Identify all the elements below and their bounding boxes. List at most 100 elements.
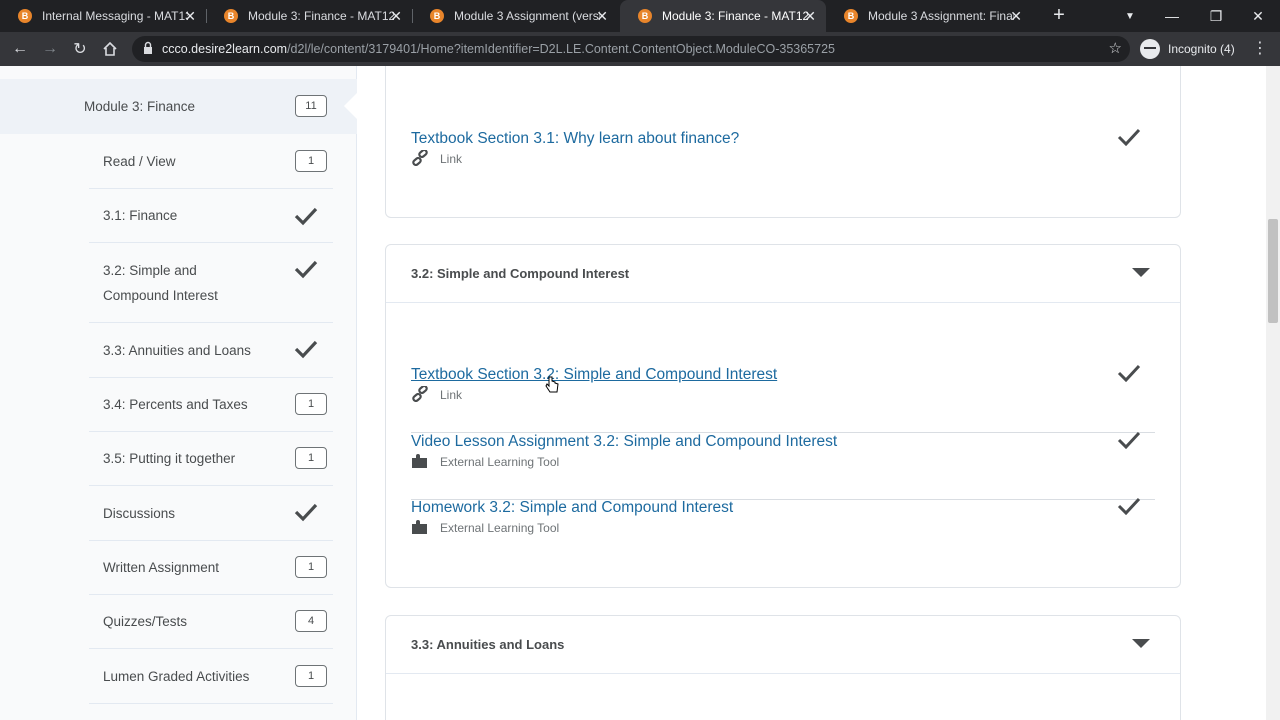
hand-cursor-icon xyxy=(545,376,559,393)
sidebar-item-label: 3.2: Simple and Compound Interest xyxy=(103,258,218,308)
sidebar-item-label: Discussions xyxy=(103,505,176,521)
browser-toolbar: ← → ↻ ccco.desire2learn.com/d2l/le/conte… xyxy=(0,32,1280,66)
close-tab-icon[interactable]: ✕ xyxy=(390,8,402,24)
topic-type: External Learning Tool xyxy=(440,521,560,535)
page-scrollbar[interactable] xyxy=(1266,66,1280,720)
module-count-badge: 11 xyxy=(295,95,327,117)
close-tab-icon[interactable]: ✕ xyxy=(804,8,816,24)
topic-item[interactable]: Homework 3.2: Simple and Compound Intere… xyxy=(411,497,1155,566)
incognito-label: Incognito (4) xyxy=(1168,42,1235,56)
completed-check-icon xyxy=(1117,128,1141,146)
bookmark-star-icon[interactable]: ☆ xyxy=(1109,39,1122,57)
browser-tab[interactable]: B Module 3 Assignment (versio ✕ xyxy=(412,0,618,32)
sidebar-item-read-view[interactable]: Read / View 1 xyxy=(89,134,333,189)
close-tab-icon[interactable]: ✕ xyxy=(184,8,196,24)
label-line-2: Compound Interest xyxy=(103,287,218,303)
home-icon[interactable] xyxy=(98,37,122,61)
puzzle-icon xyxy=(412,454,427,468)
tab-search-icon[interactable]: ▼ xyxy=(1108,0,1152,32)
completed-check-icon xyxy=(294,503,318,522)
browser-tab[interactable]: B Internal Messaging - MAT135 ✕ xyxy=(0,0,206,32)
sidebar-item-3-3-annuities[interactable]: 3.3: Annuities and Loans xyxy=(89,323,333,378)
sidebar-item-label: Read / View xyxy=(103,153,176,169)
collapse-caret-icon[interactable] xyxy=(1132,268,1150,277)
incognito-indicator[interactable]: Incognito (4) xyxy=(1140,37,1235,61)
close-tab-icon[interactable]: ✕ xyxy=(1010,8,1022,24)
d2l-favicon-icon: B xyxy=(844,9,858,23)
completed-check-icon xyxy=(1117,431,1141,449)
tab-title: Module 3: Finance - MAT120 xyxy=(248,9,394,23)
tab-title: Module 3: Finance - MAT120 xyxy=(662,9,808,23)
link-icon xyxy=(412,150,428,166)
address-bar[interactable]: ccco.desire2learn.com/d2l/le/content/317… xyxy=(132,36,1130,62)
sidebar-module-finance[interactable]: Module 3: Finance 11 xyxy=(0,79,358,134)
forward-arrow-icon[interactable]: → xyxy=(38,37,62,61)
close-window-icon[interactable]: ✕ xyxy=(1236,0,1280,32)
topic-type: Link xyxy=(440,388,463,402)
section-title: 3.2: Simple and Compound Interest xyxy=(411,266,630,281)
sidebar-item-label: 3.5: Putting it together xyxy=(103,451,236,466)
sidebar-item-label: Quizzes/Tests xyxy=(103,614,188,629)
sidebar-item-lumen-graded[interactable]: Lumen Graded Activities 1 xyxy=(89,649,333,704)
lock-icon xyxy=(144,41,152,54)
topic-item[interactable]: Video Lesson Assignment 3.2: Simple and … xyxy=(411,431,1155,500)
completed-check-icon xyxy=(294,207,318,226)
new-tab-icon[interactable]: + xyxy=(1048,4,1070,26)
count-badge: 1 xyxy=(295,393,327,415)
browser-tab[interactable]: B Module 3: Finance - MAT120 ✕ xyxy=(206,0,412,32)
sidebar-item-label: 3.4: Percents and Taxes xyxy=(103,397,248,412)
label-line-1: 3.2: Simple and xyxy=(103,262,197,278)
sidebar-item-3-2-interest[interactable]: 3.2: Simple and Compound Interest xyxy=(89,243,333,323)
url-path: /d2l/le/content/3179401/Home?itemIdentif… xyxy=(287,42,835,56)
topic-item[interactable]: Textbook Section 3.1: Why learn about fi… xyxy=(411,128,1155,197)
scrollbar-thumb[interactable] xyxy=(1268,219,1278,323)
browser-tab-active[interactable]: B Module 3: Finance - MAT120 ✕ xyxy=(620,0,826,32)
topic-item[interactable]: Textbook Section 3.2: Simple and Compoun… xyxy=(411,364,1155,433)
d2l-favicon-icon: B xyxy=(224,9,238,23)
sidebar-item-label: Lumen Graded Activities xyxy=(103,668,250,684)
sidebar-item-discussions[interactable]: Discussions xyxy=(89,486,333,541)
back-arrow-icon[interactable]: ← xyxy=(8,37,32,61)
collapse-caret-icon[interactable] xyxy=(1132,639,1150,648)
page-content: Module 3: Finance 11 Read / View 1 3.1: … xyxy=(0,66,1280,720)
count-badge: 1 xyxy=(295,150,327,172)
selection-pointer xyxy=(344,92,358,120)
count-badge: 1 xyxy=(295,665,327,687)
topic-link[interactable]: Video Lesson Assignment 3.2: Simple and … xyxy=(411,433,837,451)
topic-link[interactable]: Textbook Section 3.2: Simple and Compoun… xyxy=(411,366,777,384)
completed-check-icon xyxy=(1117,364,1141,382)
section-title: 3.3: Annuities and Loans xyxy=(411,637,565,652)
reload-icon[interactable]: ↻ xyxy=(68,37,92,61)
count-badge: 1 xyxy=(295,447,327,469)
close-tab-icon[interactable]: ✕ xyxy=(596,8,608,24)
sidebar-item-3-4-percents[interactable]: 3.4: Percents and Taxes 1 xyxy=(89,378,333,432)
d2l-favicon-icon: B xyxy=(430,9,444,23)
d2l-favicon-icon: B xyxy=(638,9,652,23)
browser-tab[interactable]: B Module 3 Assignment: Financ ✕ xyxy=(826,0,1032,32)
topic-link[interactable]: Homework 3.2: Simple and Compound Intere… xyxy=(411,499,733,517)
count-badge: 4 xyxy=(295,610,327,632)
completed-check-icon xyxy=(1117,497,1141,515)
section-panel-3-2: 3.2: Simple and Compound Interest Textbo… xyxy=(385,244,1181,588)
completed-check-icon xyxy=(294,340,318,359)
table-of-contents-sidebar: Module 3: Finance 11 Read / View 1 3.1: … xyxy=(0,66,358,720)
section-header-3-3[interactable]: 3.3: Annuities and Loans xyxy=(386,616,1180,674)
sidebar-item-quizzes-tests[interactable]: Quizzes/Tests 4 xyxy=(89,595,333,649)
sidebar-item-label: 3.3: Annuities and Loans xyxy=(103,342,251,358)
sidebar-item-3-1-finance[interactable]: 3.1: Finance xyxy=(89,189,333,243)
link-icon xyxy=(412,386,428,402)
topic-type: Link xyxy=(440,152,463,166)
tab-title: Module 3 Assignment (versio xyxy=(454,9,600,23)
puzzle-icon xyxy=(412,520,427,534)
sidebar-item-label: Written Assignment xyxy=(103,560,220,575)
topic-type: External Learning Tool xyxy=(440,455,560,469)
section-header-3-2[interactable]: 3.2: Simple and Compound Interest xyxy=(386,245,1180,303)
restore-icon[interactable]: ❐ xyxy=(1194,0,1238,32)
browser-tab-bar: B Internal Messaging - MAT135 ✕ B Module… xyxy=(0,0,1280,32)
topic-link[interactable]: Textbook Section 3.1: Why learn about fi… xyxy=(411,130,739,148)
incognito-icon xyxy=(1140,39,1160,59)
sidebar-item-3-5-putting-together[interactable]: 3.5: Putting it together 1 xyxy=(89,432,333,486)
minimize-icon[interactable]: — xyxy=(1150,0,1194,32)
browser-menu-icon[interactable]: ⋮ xyxy=(1252,38,1268,60)
sidebar-item-written-assignment[interactable]: Written Assignment 1 xyxy=(89,541,333,595)
